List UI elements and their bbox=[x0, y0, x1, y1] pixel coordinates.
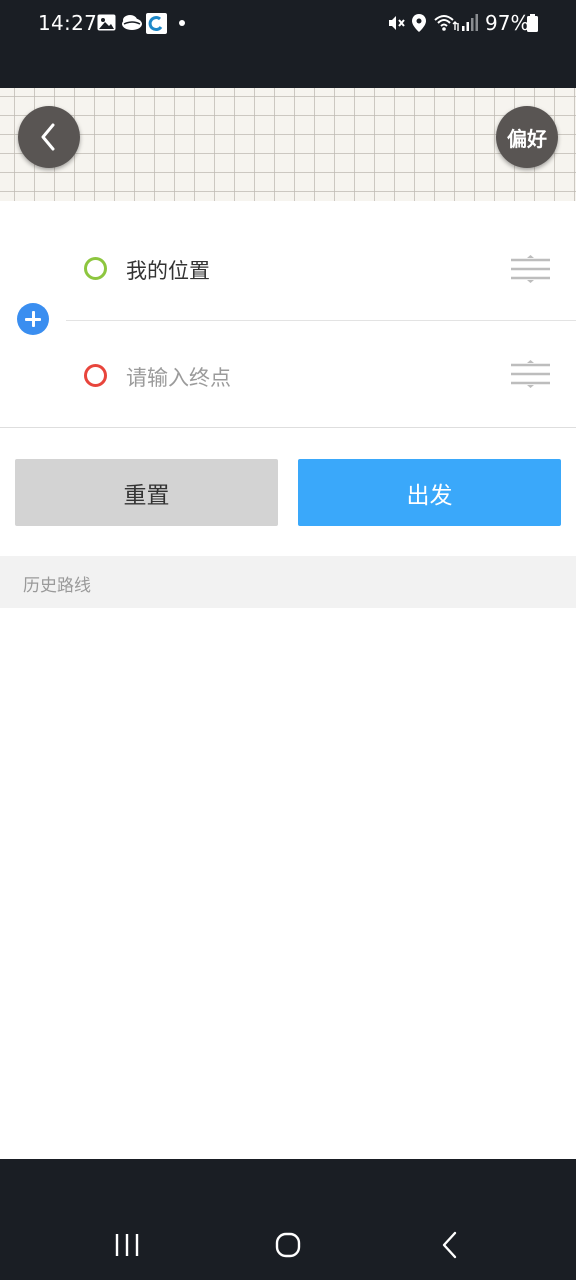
home-icon[interactable] bbox=[273, 1230, 303, 1260]
go-button[interactable]: 出发 bbox=[298, 459, 561, 526]
mute-icon bbox=[389, 16, 405, 30]
history-title: 历史路线 bbox=[23, 576, 91, 596]
preferences-label: 偏好 bbox=[507, 126, 547, 151]
history-list bbox=[0, 608, 576, 1159]
recent-apps-icon[interactable] bbox=[112, 1230, 142, 1260]
signal-icon bbox=[462, 14, 478, 31]
status-time: 14:27 bbox=[38, 11, 98, 35]
destination-marker-icon bbox=[84, 364, 107, 387]
destination-drag-handle-icon[interactable] bbox=[510, 359, 551, 389]
wifi-icon bbox=[434, 15, 459, 31]
system-nav-bar bbox=[0, 1159, 576, 1280]
back-nav-icon[interactable] bbox=[436, 1230, 466, 1260]
location-icon bbox=[412, 14, 426, 32]
gallery-icon bbox=[97, 14, 116, 31]
status-bar: 14:27 97% bbox=[0, 0, 576, 88]
origin-marker-icon bbox=[84, 257, 107, 280]
preferences-button[interactable]: 偏好 bbox=[496, 106, 558, 168]
row-divider bbox=[66, 320, 576, 321]
chevron-left-icon bbox=[41, 123, 55, 151]
route-input-panel: 我的位置 请输入终点 bbox=[0, 201, 576, 428]
add-waypoint-button[interactable] bbox=[17, 303, 49, 335]
origin-drag-handle-icon[interactable] bbox=[510, 254, 551, 284]
reset-button[interactable]: 重置 bbox=[15, 459, 278, 526]
battery-icon bbox=[527, 14, 538, 32]
app-icon bbox=[146, 13, 167, 34]
map-preview bbox=[0, 88, 576, 201]
origin-field[interactable]: 我的位置 bbox=[126, 255, 210, 285]
back-button[interactable] bbox=[18, 106, 80, 168]
history-section-header: 历史路线 bbox=[0, 556, 576, 608]
battery-percentage: 97% bbox=[485, 11, 530, 35]
cloud-icon bbox=[122, 15, 142, 30]
notification-dot-icon bbox=[179, 20, 185, 26]
destination-input[interactable]: 请输入终点 bbox=[126, 362, 231, 392]
